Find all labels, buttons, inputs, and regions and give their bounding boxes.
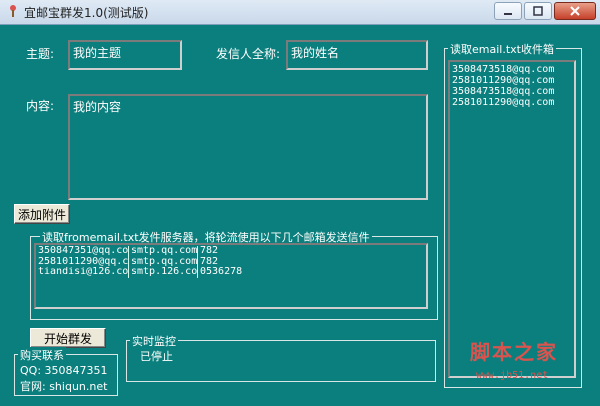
sender-row[interactable]: 2581011290@qq.com smtp.qq.com 782 bbox=[38, 256, 424, 267]
subject-input[interactable]: 我的主题 bbox=[68, 40, 182, 70]
add-attachment-button[interactable]: 添加附件 bbox=[14, 204, 70, 224]
minimize-button[interactable] bbox=[494, 2, 522, 20]
sender-row[interactable]: tiandisi@126.com smtp.126.com 0536278 bbox=[38, 267, 424, 278]
list-item[interactable]: 3508473518@qq.com bbox=[452, 86, 572, 97]
minimize-icon bbox=[504, 13, 512, 15]
contact-qq: QQ: 350847351 bbox=[20, 364, 108, 377]
close-button[interactable] bbox=[554, 2, 596, 20]
maximize-icon bbox=[533, 6, 543, 16]
content-textarea[interactable]: 我的内容 bbox=[68, 94, 428, 200]
sender-row[interactable]: 350847351@qq.com smtp.qq.com 782 bbox=[38, 246, 424, 257]
window-title: 宜邮宝群发1.0(测试版) bbox=[24, 6, 149, 20]
list-item[interactable]: 2581011290@qq.com bbox=[452, 75, 572, 86]
maximize-button[interactable] bbox=[524, 2, 552, 20]
subject-label: 主题: bbox=[26, 47, 55, 61]
list-item[interactable]: 2581011290@qq.com bbox=[452, 97, 572, 108]
sender-servers-list[interactable]: 350847351@qq.com smtp.qq.com 782 2581011… bbox=[34, 243, 428, 309]
recipients-list[interactable]: 3508473518@qq.com 2581011290@qq.com 3508… bbox=[448, 60, 576, 378]
sender-name-input[interactable]: 我的姓名 bbox=[286, 40, 428, 70]
monitor-caption: 实时监控 bbox=[130, 333, 178, 349]
start-send-button[interactable]: 开始群发 bbox=[30, 328, 106, 348]
content-label: 内容: bbox=[26, 99, 55, 113]
contact-website: 官网: shiqun.net bbox=[20, 380, 108, 393]
window-controls bbox=[494, 2, 596, 20]
list-item[interactable]: 3508473518@qq.com bbox=[452, 64, 572, 75]
close-icon bbox=[570, 6, 580, 16]
app-icon bbox=[10, 5, 16, 17]
recipients-caption: 读取email.txt收件箱 bbox=[448, 41, 556, 57]
watermark-url: www.jb51.net bbox=[476, 370, 549, 381]
monitor-status: 已停止 bbox=[140, 350, 173, 363]
main-window: 宜邮宝群发1.0(测试版) 主题: 我的主题 发信人全称: 我的姓名 内容: 我… bbox=[0, 0, 600, 406]
sender-label: 发信人全称: bbox=[216, 47, 281, 61]
purchase-contact-caption: 购买联系 bbox=[18, 347, 66, 363]
title-bar[interactable]: 宜邮宝群发1.0(测试版) bbox=[0, 0, 600, 25]
watermark-logo: 脚本之家 bbox=[470, 340, 558, 364]
